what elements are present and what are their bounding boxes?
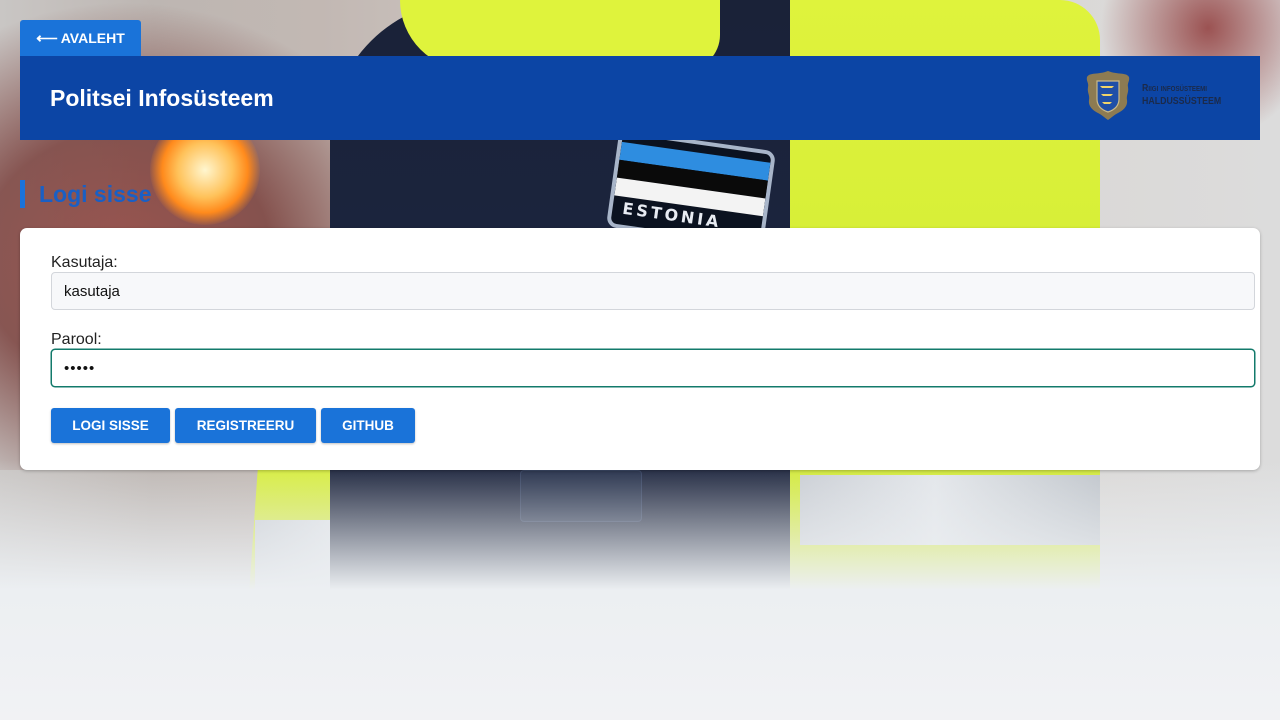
estonian-coat-of-arms-icon xyxy=(1086,71,1130,120)
back-home-label: AVALEHT xyxy=(60,30,125,46)
back-home-button[interactable]: ⟵ AVALEHT xyxy=(20,20,141,56)
brand-line-1: Riigi infosüsteemi xyxy=(1141,83,1207,94)
app-header: Politsei Infosüsteem Riigi infosüsteemi … xyxy=(20,56,1260,140)
github-button[interactable]: GitHub xyxy=(321,408,415,443)
page-title: Logi sisse xyxy=(20,180,151,208)
brand-text: Riigi infosüsteemi haldussüsteem xyxy=(1142,82,1221,108)
title-accent-bar xyxy=(20,180,25,208)
back-arrow-icon: ⟵ xyxy=(36,29,58,47)
password-label: Parool: xyxy=(51,331,102,348)
header-brand: Riigi infosüsteemi haldussüsteem xyxy=(1084,69,1232,121)
login-button[interactable]: Logi sisse xyxy=(51,408,170,443)
username-input[interactable] xyxy=(51,272,1255,310)
app-title: Politsei Infosüsteem xyxy=(50,84,274,111)
form-actions: Logi sisse Registreeru GitHub xyxy=(51,408,415,443)
background-snow xyxy=(0,460,1280,720)
username-label: Kasutaja: xyxy=(51,254,118,271)
page-title-text: Logi sisse xyxy=(39,180,152,207)
login-form-card: Kasutaja: Parool: Logi sisse Registreeru… xyxy=(20,228,1260,470)
register-button[interactable]: Registreeru xyxy=(175,408,316,443)
brand-line-2: haldussüsteem xyxy=(1141,96,1222,107)
password-input[interactable] xyxy=(51,349,1255,387)
